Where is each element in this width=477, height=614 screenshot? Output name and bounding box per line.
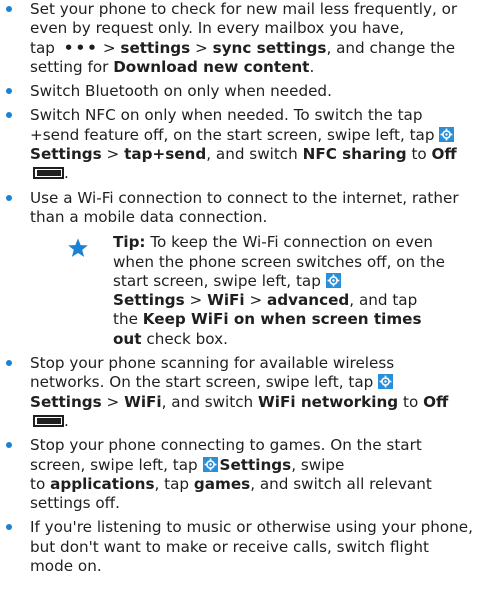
- menu-term: Off: [423, 392, 449, 411]
- item-text: .: [64, 164, 69, 183]
- item-text: >: [106, 145, 120, 164]
- list-item: Switch Bluetooth on only when needed.: [0, 82, 477, 101]
- menu-term: tap+send: [124, 145, 207, 164]
- item-text: to: [411, 145, 427, 164]
- menu-term: settings: [120, 38, 191, 57]
- list-item: Stop your phone scanning for available w…: [0, 354, 477, 431]
- document-page: Set your phone to check for new mail les…: [0, 0, 477, 614]
- toggle-off-icon: [33, 414, 64, 427]
- item-text: Switch Bluetooth on only when needed.: [30, 82, 332, 101]
- tip-box: Tip: To keep the Wi-Fi connection on eve…: [30, 233, 473, 349]
- toggle-off-icon: [33, 167, 64, 180]
- tip-text: >: [189, 291, 203, 310]
- menu-term: NFC sharing: [302, 145, 407, 164]
- menu-term: WiFi: [124, 392, 162, 411]
- item-text: .: [309, 57, 315, 76]
- item-text: , and switch: [206, 145, 298, 164]
- menu-term: WiFi: [207, 291, 245, 310]
- tip-text: To keep the Wi-Fi connection on even whe…: [113, 233, 445, 290]
- menu-term: WiFi networking: [258, 392, 399, 411]
- item-text: Use a Wi-Fi connection to connect to the…: [30, 188, 459, 226]
- star-icon: [68, 238, 88, 258]
- battery-tips-list: Set your phone to check for new mail les…: [0, 0, 477, 576]
- menu-term: Off: [431, 145, 457, 164]
- tip-label: Tip:: [113, 233, 146, 252]
- menu-term: Settings: [113, 291, 185, 310]
- list-item: Stop your phone connecting to games. On …: [0, 436, 477, 513]
- list-item: If you're listening to music or otherwis…: [0, 518, 477, 576]
- list-item: Switch NFC on only when needed. To switc…: [0, 106, 477, 183]
- menu-term: advanced: [267, 291, 350, 310]
- item-text: >: [102, 38, 116, 57]
- menu-term: sync settings: [212, 38, 327, 57]
- item-text: to: [403, 392, 419, 411]
- menu-term: Settings: [30, 145, 102, 164]
- menu-term: Settings: [30, 392, 102, 411]
- settings-gear-icon: [378, 374, 394, 390]
- item-text: If you're listening to music or otherwis…: [30, 518, 473, 576]
- item-text: Stop your phone scanning for available w…: [30, 354, 395, 392]
- menu-term: applications: [50, 474, 155, 493]
- settings-gear-icon: [325, 272, 341, 288]
- tip-text: check box.: [146, 329, 228, 348]
- more-dots-icon: •••: [63, 38, 99, 57]
- menu-term: games: [193, 474, 251, 493]
- settings-gear-icon: [202, 456, 218, 472]
- menu-term: Download new content: [113, 57, 310, 76]
- item-text: .: [64, 411, 69, 430]
- item-text: , tap: [154, 474, 190, 493]
- item-text: >: [195, 38, 208, 57]
- tip-text: >: [249, 291, 263, 310]
- item-text: , and switch: [161, 392, 254, 411]
- item-text: Switch NFC on only when needed. To switc…: [30, 106, 435, 144]
- list-item: Set your phone to check for new mail les…: [0, 0, 477, 77]
- settings-gear-icon: [439, 126, 455, 142]
- menu-term: Settings: [219, 455, 292, 474]
- list-item: Use a Wi-Fi connection to connect to the…: [0, 189, 477, 349]
- item-text: >: [106, 392, 120, 411]
